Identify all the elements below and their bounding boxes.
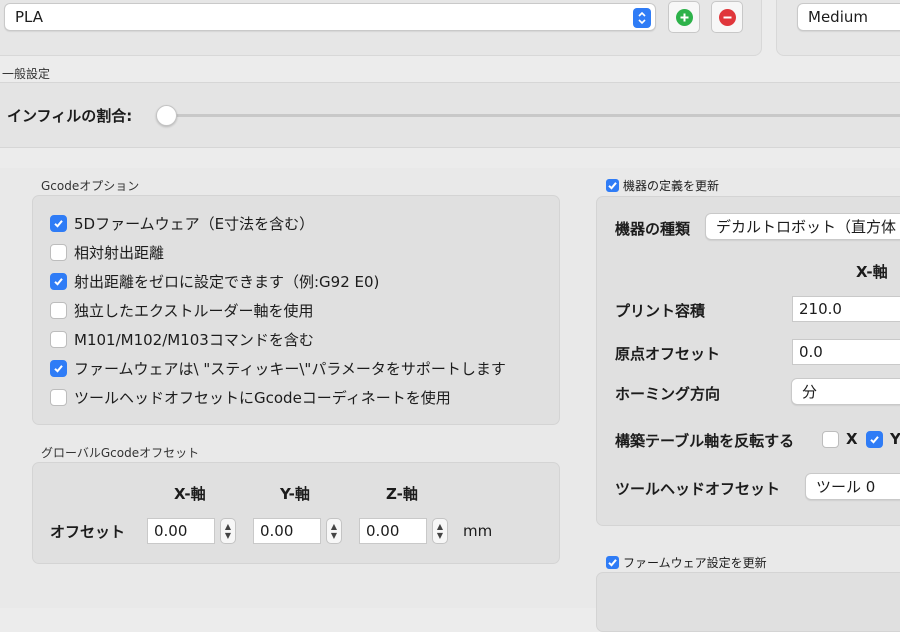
- gcode-options-list: 5Dファームウェア（E寸法を含む） 相対射出距離 射出距離をゼロに設定できます（…: [50, 209, 555, 412]
- print-volume-field[interactable]: 210.0: [792, 296, 900, 322]
- option-label: 独立したエクストルーダー軸を使用: [74, 302, 314, 320]
- gcode-option-relative-extrusion[interactable]: 相対射出距離: [50, 238, 555, 267]
- origin-offset-field[interactable]: 0.0: [792, 339, 900, 365]
- checkbox[interactable]: [50, 244, 67, 261]
- machine-type-value: デカルトロボット（直方体: [716, 218, 897, 236]
- invert-axis-label: 構築テーブル軸を反転する: [615, 432, 795, 450]
- gcode-option-5d[interactable]: 5Dファームウェア（E寸法を含む）: [50, 209, 555, 238]
- firmware-update-label: ファームウェア設定を更新: [623, 556, 767, 570]
- checkbox[interactable]: [50, 273, 67, 290]
- stepper-up-icon[interactable]: ▲: [225, 522, 231, 531]
- select-arrows-icon: [633, 8, 651, 28]
- offset-z-header: Z-軸: [386, 485, 418, 503]
- invert-x-label: X: [846, 430, 858, 448]
- option-label: 射出距離をゼロに設定できます（例:G92 E0): [74, 273, 380, 291]
- invert-y-label: Y: [890, 430, 900, 448]
- print-volume-label: プリント容積: [615, 302, 706, 320]
- stepper-down-icon[interactable]: ▼: [225, 531, 231, 540]
- quality-select-value: Medium: [808, 8, 868, 26]
- stepper-down-icon[interactable]: ▼: [331, 531, 337, 540]
- checkbox[interactable]: [50, 360, 67, 377]
- quality-select[interactable]: Medium: [797, 3, 900, 31]
- option-label: 相対射出距離: [74, 244, 165, 262]
- stepper-up-icon[interactable]: ▲: [331, 522, 337, 531]
- firmware-update-toggle[interactable]: ファームウェア設定を更新: [606, 554, 767, 571]
- machine-type-label: 機器の種類: [615, 220, 691, 238]
- offset-z-value: 0.00: [366, 522, 400, 540]
- gcode-options-title: Gcodeオプション: [41, 179, 140, 193]
- toolhead-offset-label: ツールヘッドオフセット: [615, 480, 781, 498]
- print-volume-value: 210.0: [799, 300, 842, 318]
- option-label: ツールヘッドオフセットにGcodeコーディネートを使用: [74, 389, 451, 407]
- option-label: 5Dファームウェア（E寸法を含む）: [74, 215, 315, 233]
- checkbox[interactable]: [606, 556, 619, 569]
- firmware-box: [596, 572, 900, 632]
- remove-material-button[interactable]: [711, 1, 743, 33]
- offset-y-header: Y-軸: [280, 485, 310, 503]
- homing-label: ホーミング方向: [615, 385, 721, 403]
- machine-axis-header: X-軸: [856, 263, 888, 281]
- infill-slider-knob[interactable]: [156, 105, 177, 126]
- invert-y-toggle[interactable]: Y: [866, 430, 900, 448]
- toolhead-value: ツール 0: [816, 478, 876, 496]
- offset-x-header: X-軸: [174, 485, 206, 503]
- infill-slider-track[interactable]: [166, 114, 900, 117]
- offset-unit: mm: [463, 522, 493, 540]
- checkbox[interactable]: [50, 302, 67, 319]
- origin-offset-value: 0.0: [799, 343, 823, 361]
- option-label: M101/M102/M103コマンドを含む: [74, 331, 314, 349]
- offset-y-field[interactable]: 0.00: [253, 518, 321, 544]
- offset-x-field[interactable]: 0.00: [147, 518, 215, 544]
- offset-z-stepper[interactable]: ▲ ▼: [432, 518, 448, 544]
- gcode-option-independent-extruder[interactable]: 独立したエクストルーダー軸を使用: [50, 296, 555, 325]
- offset-y-value: 0.00: [260, 522, 294, 540]
- toolhead-select[interactable]: ツール 0: [805, 473, 900, 500]
- gcode-option-sticky-params[interactable]: ファームウェアは\ "スティッキー\"パラメータをサポートします: [50, 354, 555, 383]
- gcode-option-toolhead-coords[interactable]: ツールヘッドオフセットにGcodeコーディネートを使用: [50, 383, 555, 412]
- material-select[interactable]: PLA: [4, 3, 656, 31]
- origin-offset-label: 原点オフセット: [615, 345, 721, 363]
- general-settings-title: 一般設定: [2, 67, 51, 81]
- stepper-down-icon[interactable]: ▼: [437, 531, 443, 540]
- machine-update-label: 機器の定義を更新: [623, 179, 720, 193]
- offset-x-stepper[interactable]: ▲ ▼: [220, 518, 236, 544]
- machine-type-select[interactable]: デカルトロボット（直方体: [705, 213, 900, 240]
- invert-x-toggle[interactable]: X: [822, 430, 858, 448]
- gcode-option-m101[interactable]: M101/M102/M103コマンドを含む: [50, 325, 555, 354]
- machine-update-toggle[interactable]: 機器の定義を更新: [606, 177, 719, 194]
- global-offset-box: [32, 462, 560, 564]
- option-label: ファームウェアは\ "スティッキー\"パラメータをサポートします: [74, 360, 506, 378]
- global-offset-title: グローバルGcodeオフセット: [41, 446, 200, 460]
- stepper-up-icon[interactable]: ▲: [437, 522, 443, 531]
- material-select-value: PLA: [15, 8, 44, 26]
- offset-x-value: 0.00: [154, 522, 188, 540]
- checkbox[interactable]: [50, 215, 67, 232]
- checkbox[interactable]: [822, 430, 839, 448]
- infill-label: インフィルの割合:: [7, 107, 133, 125]
- gcode-option-zero-extrusion[interactable]: 射出距離をゼロに設定できます（例:G92 E0): [50, 267, 555, 296]
- homing-value: 分: [802, 383, 818, 401]
- checkbox[interactable]: [866, 430, 883, 448]
- offset-z-field[interactable]: 0.00: [359, 518, 427, 544]
- offset-row-label: オフセット: [50, 523, 126, 541]
- checkbox[interactable]: [606, 179, 619, 192]
- offset-y-stepper[interactable]: ▲ ▼: [326, 518, 342, 544]
- add-material-button[interactable]: [668, 1, 700, 33]
- checkbox[interactable]: [50, 331, 67, 348]
- minus-icon: [718, 8, 736, 26]
- plus-icon: [675, 8, 693, 26]
- checkbox[interactable]: [50, 389, 67, 406]
- homing-select[interactable]: 分: [791, 378, 900, 405]
